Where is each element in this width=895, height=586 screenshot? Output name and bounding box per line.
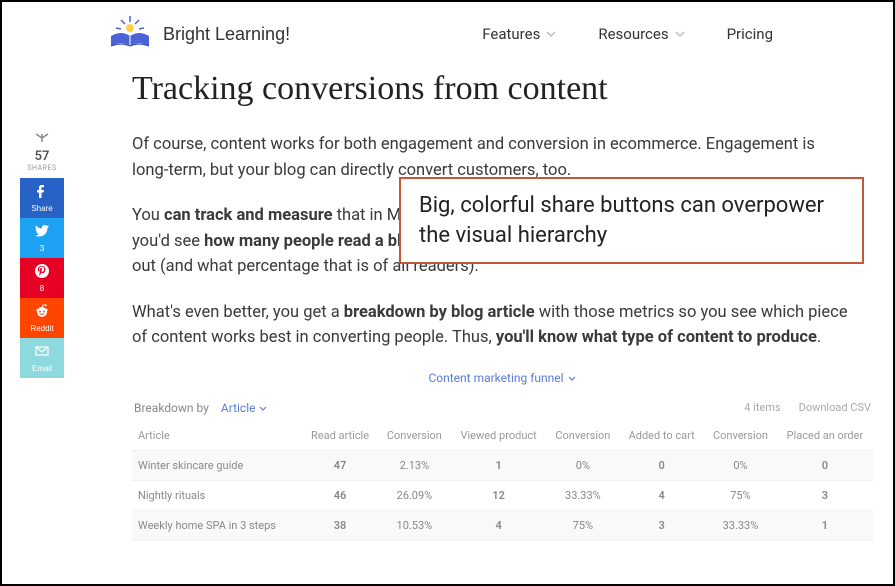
brand-logo[interactable]: Bright Learning! bbox=[107, 14, 290, 54]
items-count: 4 items bbox=[744, 401, 780, 414]
pinterest-icon bbox=[34, 263, 50, 282]
share-email-button[interactable]: Email bbox=[20, 338, 64, 378]
chevron-down-icon bbox=[673, 27, 687, 41]
table-row[interactable]: Winter skincare guide 47 2.13% 1 0% 0 0%… bbox=[132, 450, 873, 480]
col-read: Read article bbox=[302, 421, 378, 451]
twitter-icon bbox=[34, 223, 50, 242]
col-added: Added to cart bbox=[619, 421, 704, 451]
paragraph: What's even better, you get a breakdown … bbox=[132, 300, 853, 351]
col-viewed: Viewed product bbox=[451, 421, 547, 451]
header: Bright Learning! Features Resources Pric… bbox=[2, 2, 893, 62]
share-icon bbox=[27, 132, 56, 147]
annotation-callout: Big, colorful share buttons can overpowe… bbox=[399, 177, 864, 264]
table-row[interactable]: Nightly rituals 46 26.09% 12 33.33% 4 75… bbox=[132, 480, 873, 510]
col-conv2: Conversion bbox=[547, 421, 620, 451]
col-placed: Placed an order bbox=[777, 421, 873, 451]
nav: Features Resources Pricing bbox=[482, 25, 773, 43]
table-row[interactable]: Weekly home SPA in 3 steps 38 10.53% 4 7… bbox=[132, 510, 873, 540]
report-table: Content marketing funnel Breakdown by Ar… bbox=[132, 371, 873, 541]
paragraph: Of course, content works for both engage… bbox=[132, 132, 853, 183]
chevron-down-icon bbox=[567, 374, 577, 384]
share-twitter-button[interactable]: 3 bbox=[20, 218, 64, 258]
brand-name: Bright Learning! bbox=[163, 24, 290, 45]
email-icon bbox=[34, 343, 50, 362]
breakdown-filter[interactable]: Article bbox=[221, 401, 269, 415]
share-count: 57 SHARES bbox=[27, 132, 56, 172]
chevron-down-icon bbox=[258, 404, 268, 414]
share-pinterest-button[interactable]: 8 bbox=[20, 258, 64, 298]
nav-resources[interactable]: Resources bbox=[598, 25, 686, 43]
share-rail: 57 SHARES Share 3 8 Reddit Email bbox=[20, 132, 64, 378]
book-icon bbox=[107, 14, 153, 54]
table-toolbar: Breakdown by Article 4 items Download CS… bbox=[132, 395, 873, 421]
download-csv-link[interactable]: Download CSV bbox=[799, 401, 871, 414]
nav-pricing[interactable]: Pricing bbox=[727, 25, 773, 43]
reddit-icon bbox=[34, 303, 50, 322]
col-conv1: Conversion bbox=[378, 421, 451, 451]
share-facebook-button[interactable]: Share bbox=[20, 178, 64, 218]
funnel-dropdown[interactable]: Content marketing funnel bbox=[132, 371, 873, 385]
share-reddit-button[interactable]: Reddit bbox=[20, 298, 64, 338]
facebook-icon bbox=[34, 183, 50, 202]
breakdown-label: Breakdown by bbox=[134, 401, 209, 415]
chevron-down-icon bbox=[544, 27, 558, 41]
page-title: Tracking conversions from content bbox=[132, 70, 893, 108]
col-article: Article bbox=[132, 421, 302, 451]
data-table: Article Read article Conversion Viewed p… bbox=[132, 421, 873, 541]
table-header-row: Article Read article Conversion Viewed p… bbox=[132, 421, 873, 451]
col-conv3: Conversion bbox=[704, 421, 777, 451]
nav-features[interactable]: Features bbox=[482, 25, 558, 43]
